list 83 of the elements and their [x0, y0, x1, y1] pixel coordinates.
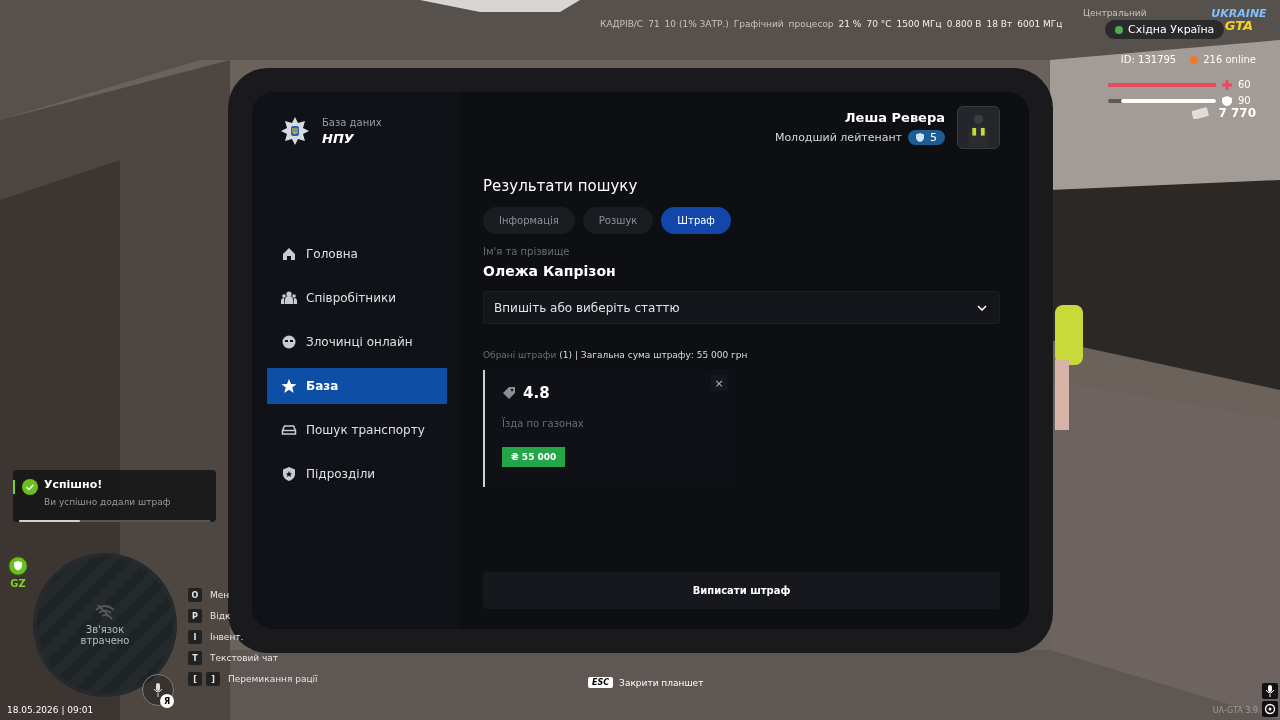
issue-fine-button[interactable]: Виписати штраф: [483, 572, 1000, 609]
fine-description: Їзда по газонах: [502, 418, 585, 429]
keybind-label: Закрити планшет: [619, 677, 704, 688]
armor-value: 90: [1238, 95, 1251, 106]
tab[interactable]: Інформація: [483, 207, 575, 234]
logo-text: GTA: [1224, 19, 1254, 32]
key-cap: O: [188, 588, 202, 602]
no-signal-icon: [95, 604, 115, 620]
perf-stat: Графічний: [733, 19, 784, 29]
perf-stat: процесор: [788, 19, 834, 29]
shield-icon: [8, 556, 28, 576]
date-time: 18.05.2026 | 09:01: [7, 705, 94, 715]
shield-icon: [281, 466, 297, 482]
avatar: [957, 106, 1000, 149]
keybind-label: Перемикання рації: [228, 674, 318, 684]
tag-icon: [502, 386, 516, 400]
user-rank: Молодший лейтенант: [774, 131, 902, 144]
sidebar-item[interactable]: Злочинці онлайн: [267, 324, 447, 360]
perf-stat: КАДРІВ/С: [600, 19, 644, 29]
microphone-icon[interactable]: [1262, 683, 1278, 699]
fine-amount: ₴ 55 000: [502, 447, 566, 467]
person-name: Олежа Капрізон: [483, 263, 617, 279]
key-cap: T: [188, 651, 202, 665]
chevron-down-icon: [977, 304, 987, 311]
sidebar-item[interactable]: Пошук транспорту: [267, 412, 447, 448]
article-code: 4.8: [523, 384, 550, 402]
page-title: Результати пошуку: [483, 177, 639, 195]
police-badge-icon: [280, 116, 310, 146]
key-cap: ESC: [588, 677, 614, 688]
mask-icon: [281, 334, 297, 350]
sidebar-item[interactable]: База: [267, 368, 447, 404]
home-icon: [281, 246, 297, 262]
sidebar-item[interactable]: Головна: [267, 236, 447, 272]
version-label: UA-GTA 3.9: [1212, 706, 1258, 715]
field-label: Ім'я та прізвище: [483, 246, 571, 257]
tab[interactable]: Штраф: [661, 207, 731, 234]
keybind-label: Інвент.: [210, 632, 244, 642]
tab[interactable]: Розшук: [582, 207, 654, 234]
brand-title: НПУ: [322, 130, 355, 146]
close[interactable]: ×: [711, 375, 727, 391]
keybind-label: Відк: [210, 611, 231, 621]
perf-stat: 6001 МГц: [1017, 19, 1063, 29]
keybind-label: Текстовий чат: [210, 653, 279, 663]
online-count: 216 online: [1203, 54, 1256, 65]
perf-stat: 21 %: [838, 19, 862, 29]
key-cap: P: [188, 609, 202, 623]
health-value: 60: [1238, 79, 1251, 90]
perf-stat: 18 Вт: [986, 19, 1013, 29]
perf-stat: 10 (1% ЗАТР.): [664, 19, 729, 29]
car-icon: [281, 422, 297, 438]
logo-text: UKRAINE: [1211, 8, 1267, 19]
zone-label: GZ: [10, 578, 26, 589]
check-icon: [22, 479, 38, 495]
perf-stat: 70 °C: [866, 19, 892, 29]
key-cap: ]: [206, 672, 220, 686]
user-name: Леша Ревера: [844, 110, 945, 125]
article-dropdown[interactable]: Впишіть або виберіть статтю: [483, 291, 1000, 324]
microphone-icon: [153, 683, 163, 697]
server-region: Східна Україна: [1105, 20, 1225, 39]
key-cap: [: [188, 672, 202, 686]
brand-subtitle: База даних: [322, 116, 382, 128]
people-icon: [281, 290, 297, 306]
keybind-label: Мен: [210, 590, 230, 600]
perf-stat: Центральний: [1083, 8, 1147, 18]
health-icon: [1222, 79, 1232, 90]
summary-total: (1) | Загальна сума штрафу: 55 000 грн: [559, 350, 748, 360]
summary-label: Обрані штрафи: [483, 350, 557, 360]
perf-stat: 71: [648, 19, 660, 29]
cash-icon: [1192, 107, 1211, 119]
notification-title: Успішно!: [44, 478, 103, 491]
star-icon: [281, 378, 297, 394]
sidebar-item[interactable]: Співробітники: [267, 280, 447, 316]
perf-stat: 0.800 В: [946, 19, 982, 29]
online-dot-icon: [1190, 55, 1199, 64]
sidebar-item[interactable]: Підрозділи: [267, 456, 447, 492]
player-id: ID: 131795: [1120, 54, 1177, 65]
connection-status: Зв'язок втрачено: [79, 624, 131, 646]
key-cap: I: [188, 630, 202, 644]
money-amount: 7 770: [1218, 106, 1256, 120]
notification-message: Ви успішно додали штраф: [44, 497, 171, 507]
perf-stat: 1500 МГц: [896, 19, 942, 29]
level-badge: 5: [908, 130, 945, 145]
shield-icon: [1222, 95, 1232, 106]
